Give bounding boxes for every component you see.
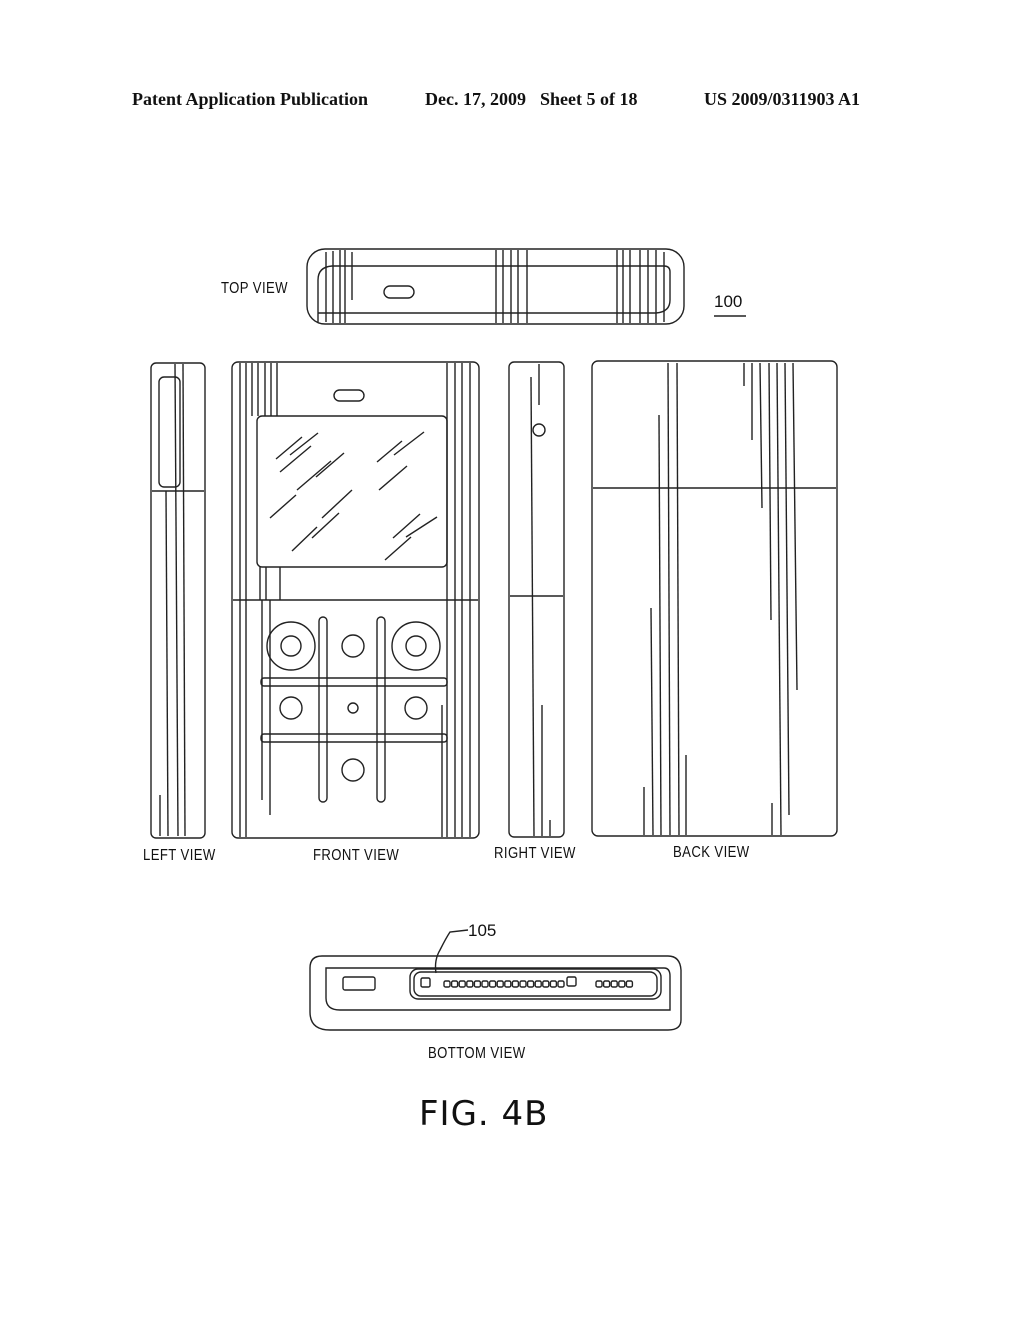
connector-pin	[488, 980, 497, 988]
connector-pin	[526, 980, 535, 988]
connector-pin	[504, 980, 512, 988]
label-bottom-view: BOTTOM VIEW	[428, 1045, 526, 1062]
keypad-divider-right	[376, 616, 386, 803]
connector-pin	[534, 980, 542, 988]
front-view-drawing	[231, 361, 480, 839]
front-view-earpiece	[333, 389, 365, 402]
keypad-divider-top	[260, 677, 448, 687]
keypad-divider-bottom	[260, 733, 448, 743]
label-front-view: FRONT VIEW	[313, 847, 400, 864]
key-top-center	[341, 634, 365, 658]
keypad-divider-left	[318, 616, 328, 803]
connector-pin	[496, 980, 504, 988]
connector-pin	[595, 980, 603, 988]
back-view-drawing	[591, 360, 838, 837]
key-left-soft-outer	[266, 621, 316, 671]
bottom-view-drawing	[309, 929, 682, 1031]
key-bottom-center	[341, 758, 365, 782]
key-left-soft-inner	[280, 635, 302, 657]
connector-pin	[458, 980, 466, 988]
top-view-drawing	[306, 248, 685, 325]
left-view-side-key	[158, 376, 181, 488]
key-mid-left	[279, 696, 303, 720]
figure-label: FIG. 4B	[419, 1094, 549, 1134]
key-center	[347, 702, 359, 714]
label-left-view: LEFT VIEW	[143, 847, 216, 864]
connector-pin	[519, 980, 527, 988]
label-right-view: RIGHT VIEW	[494, 845, 576, 862]
connector-pin	[473, 980, 482, 988]
ref-numeral-105: 105	[468, 921, 497, 940]
key-right-soft-inner	[405, 635, 427, 657]
label-top-view: TOP VIEW	[221, 280, 288, 297]
connector-pin	[511, 980, 520, 988]
bottom-view-port-slot	[342, 976, 376, 991]
connector-pin	[625, 980, 634, 988]
connector-pin	[557, 980, 565, 988]
right-view-port	[532, 423, 546, 437]
connector-pin	[602, 980, 611, 988]
key-mid-right	[404, 696, 428, 720]
connector-pin	[443, 980, 451, 988]
connector-pin	[450, 980, 459, 988]
connector-pin	[549, 980, 558, 988]
ref-105-leader	[434, 929, 469, 974]
connector-pin	[542, 980, 550, 988]
connector-pin	[618, 980, 626, 988]
connector-pin	[481, 980, 489, 988]
top-view-button-slot	[383, 285, 415, 299]
left-view-drawing	[150, 362, 206, 839]
right-view-drawing	[508, 361, 565, 838]
connector-pin	[466, 980, 474, 988]
front-view-display	[256, 415, 448, 568]
label-back-view: BACK VIEW	[673, 844, 750, 861]
ref-numeral-100: 100	[714, 292, 743, 311]
key-right-soft-outer	[391, 621, 441, 671]
connector-pin	[610, 980, 618, 988]
